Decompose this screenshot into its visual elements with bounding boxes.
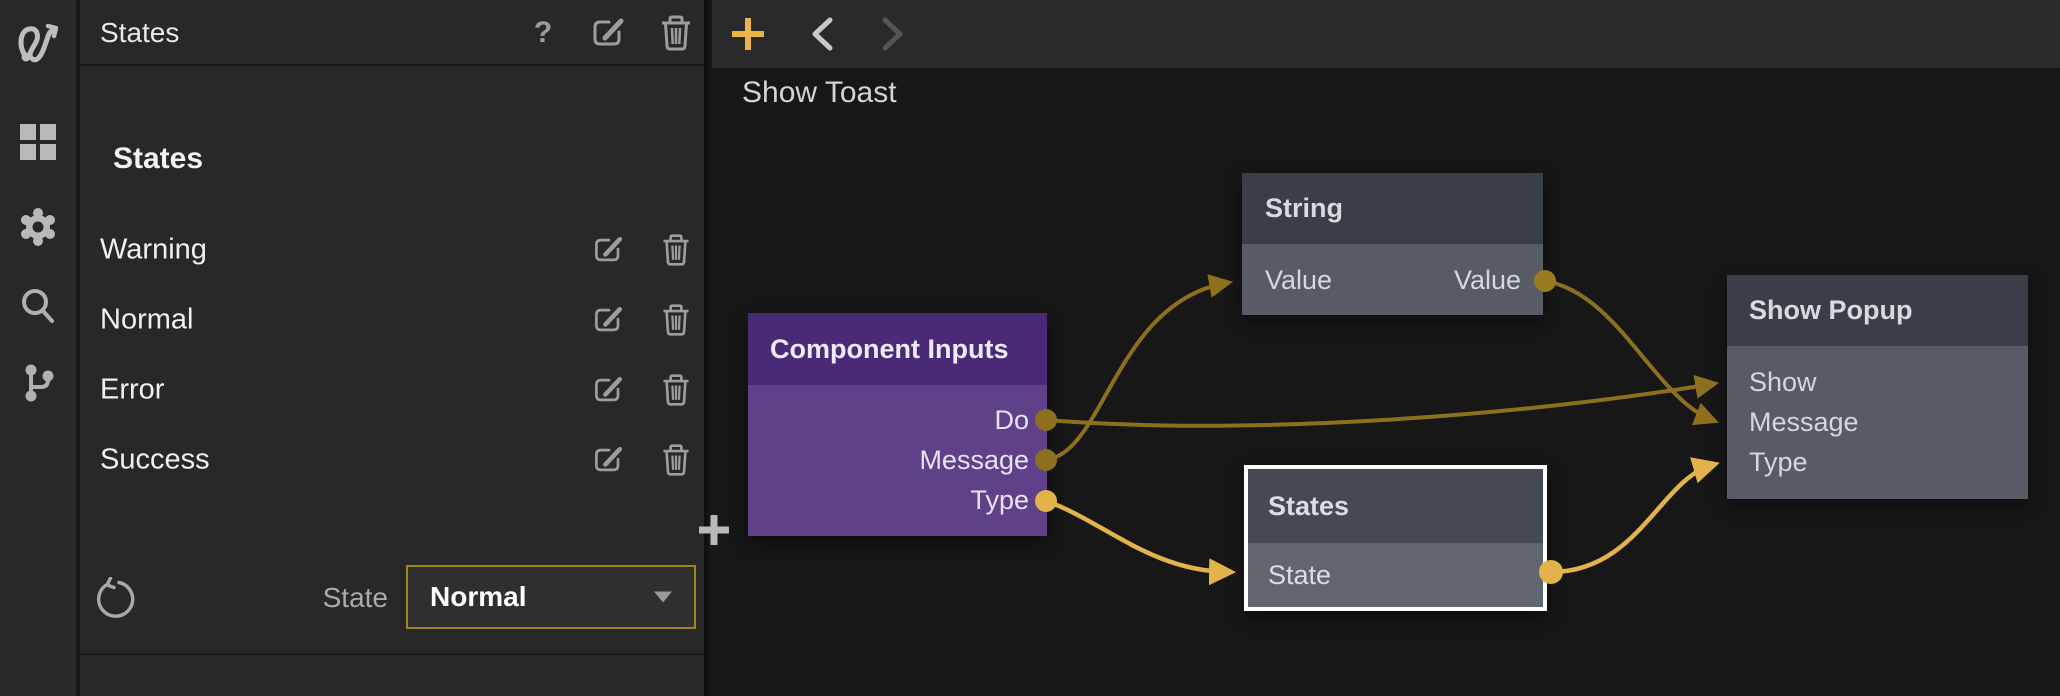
state-row-warning[interactable]: Warning	[80, 222, 704, 278]
state-dropdown[interactable]: Normal	[406, 565, 696, 629]
edit-icon[interactable]	[588, 229, 630, 271]
state-row-error[interactable]: Error	[80, 362, 704, 418]
state-label: Warning	[100, 234, 207, 267]
output-port-message[interactable]: Message	[748, 440, 1047, 480]
chevron-down-icon	[654, 592, 672, 603]
noodl-editor-window: States ? States	[0, 0, 2060, 696]
input-port-value[interactable]: Value	[1265, 260, 1332, 300]
left-icon-rail	[0, 0, 78, 696]
input-port-type[interactable]: Type	[1727, 442, 2028, 482]
search-icon[interactable]	[14, 283, 62, 331]
node-component-inputs[interactable]: Component Inputs Do Message Type	[748, 313, 1047, 536]
states-panel: States ? States	[80, 0, 708, 696]
output-port-value[interactable]: Value	[1454, 260, 1521, 300]
add-node-button[interactable]	[722, 8, 774, 60]
node-title: States	[1248, 469, 1543, 543]
state-dropdown-value: Normal	[430, 581, 526, 613]
component-breadcrumb[interactable]: Show Toast	[742, 76, 897, 110]
states-panel-header: States ?	[80, 0, 704, 66]
input-port-message[interactable]: Message	[1727, 402, 2028, 442]
node-body: Value Value	[1242, 244, 1543, 315]
state-row-success[interactable]: Success	[80, 432, 704, 488]
panel-divider	[80, 653, 704, 655]
add-state-button[interactable]	[691, 507, 737, 553]
edit-icon[interactable]	[588, 12, 630, 54]
node-title: Show Popup	[1727, 275, 2028, 346]
edit-icon[interactable]	[588, 369, 630, 411]
input-port-state[interactable]: State	[1268, 555, 1331, 595]
components-grid-icon[interactable]	[14, 118, 62, 166]
canvas-toolbar	[712, 0, 2060, 68]
state-label: Success	[100, 444, 210, 477]
node-title: String	[1242, 173, 1543, 244]
node-string[interactable]: String Value Value	[1242, 173, 1543, 315]
back-button[interactable]	[796, 8, 848, 60]
reset-icon[interactable]	[92, 575, 138, 621]
node-title: Component Inputs	[748, 313, 1047, 385]
output-port-type[interactable]: Type	[748, 480, 1047, 520]
noodl-logo-icon[interactable]	[14, 18, 62, 66]
state-label: Normal	[100, 304, 193, 337]
node-body: State	[1248, 543, 1543, 607]
state-label: Error	[100, 374, 164, 407]
node-states-selected[interactable]: States State	[1244, 465, 1547, 611]
version-control-branch-icon[interactable]	[14, 358, 62, 406]
settings-gear-icon[interactable]	[14, 203, 62, 251]
forward-button[interactable]	[867, 8, 919, 60]
node-show-popup[interactable]: Show Popup Show Message Type	[1727, 275, 2028, 499]
node-body: Show Message Type	[1727, 346, 2028, 499]
input-port-show[interactable]: Show	[1727, 362, 2028, 402]
output-port-do[interactable]: Do	[748, 400, 1047, 440]
delete-icon[interactable]	[655, 299, 697, 341]
delete-icon[interactable]	[655, 12, 697, 54]
node-body: Do Message Type	[748, 385, 1047, 536]
edit-icon[interactable]	[588, 439, 630, 481]
delete-icon[interactable]	[655, 439, 697, 481]
section-title: States	[113, 142, 203, 176]
help-icon[interactable]: ?	[522, 12, 564, 54]
state-dropdown-label: State	[230, 582, 388, 614]
edit-icon[interactable]	[588, 299, 630, 341]
panel-title: States	[100, 0, 179, 66]
delete-icon[interactable]	[655, 229, 697, 271]
state-row-normal[interactable]: Normal	[80, 292, 704, 348]
delete-icon[interactable]	[655, 369, 697, 411]
